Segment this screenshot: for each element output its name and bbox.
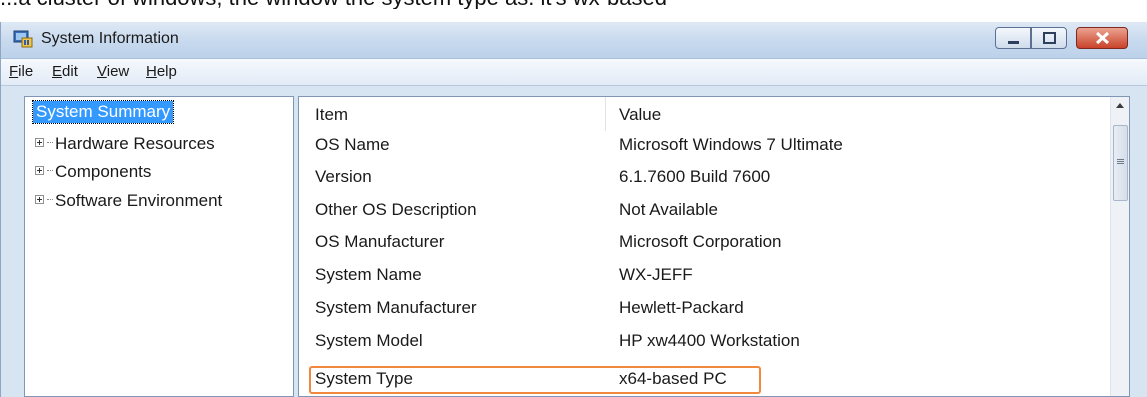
expand-icon[interactable] — [35, 166, 44, 176]
cell-item: System Name — [315, 265, 422, 284]
table-row[interactable]: System Name WX-JEFF — [299, 261, 1104, 292]
table-row[interactable]: System Manufacturer Hewlett-Packard — [299, 294, 1104, 325]
scroll-up-arrow-icon[interactable] — [1111, 97, 1129, 115]
cell-value: HP xw4400 Workstation — [619, 331, 800, 350]
menu-edit[interactable]: Edit — [52, 63, 78, 80]
system-information-window: System Information File Edit View Help S… — [0, 22, 1147, 397]
cell-value: Hewlett-Packard — [619, 298, 744, 317]
cell-value: 6.1.7600 Build 7600 — [619, 167, 771, 186]
column-header-row: Item Value — [299, 97, 1104, 131]
minimize-button[interactable] — [995, 27, 1031, 49]
cell-item: Other OS Description — [315, 200, 477, 219]
cell-value: Microsoft Corporation — [619, 232, 782, 251]
close-button[interactable] — [1076, 27, 1128, 49]
tree-item-software-environment[interactable]: Software Environment — [35, 191, 222, 211]
menu-view[interactable]: View — [97, 63, 129, 80]
tree-connector — [47, 142, 53, 144]
details-list: Item Value OS Name Microsoft Windows 7 Ul… — [298, 96, 1130, 397]
scrollbar-thumb[interactable] — [1113, 125, 1128, 201]
cell-item: Version — [315, 167, 372, 186]
system-information-app-icon — [13, 30, 33, 48]
column-header-item[interactable]: Item — [315, 105, 348, 125]
menu-view-accesskey: V — [97, 63, 107, 80]
table-row[interactable]: Other OS Description Not Available — [299, 196, 1104, 227]
table-row[interactable]: System Model HP xw4400 Workstation — [299, 327, 1104, 358]
system-type-highlight-box — [309, 366, 761, 394]
column-divider[interactable] — [605, 97, 606, 131]
maximize-icon — [1043, 32, 1056, 44]
grip-icon — [1117, 159, 1124, 164]
menu-view-label: iew — [106, 63, 130, 80]
background-caption-text: ...a cluster of windows, the window the … — [0, 0, 1147, 9]
tree-item-components[interactable]: Components — [35, 162, 151, 182]
tree-connector — [47, 170, 53, 172]
expand-icon[interactable] — [35, 138, 44, 148]
tree-item-system-summary[interactable]: System Summary — [31, 100, 175, 124]
menu-edit-label: dit — [62, 63, 78, 80]
menu-help[interactable]: Help — [146, 63, 177, 80]
menu-help-label: elp — [156, 63, 177, 80]
menu-file-label: ile — [18, 63, 34, 80]
window-title: System Information — [41, 30, 179, 47]
cell-item: OS Manufacturer — [315, 232, 445, 251]
maximize-button[interactable] — [1031, 27, 1067, 49]
menu-file-accesskey: F — [9, 63, 19, 80]
table-row[interactable]: OS Manufacturer Microsoft Corporation — [299, 228, 1104, 259]
client-area: System Summary Hardware Resources Compon… — [6, 88, 1147, 397]
cell-item: OS Name — [315, 135, 390, 154]
menu-bar: File Edit View Help — [1, 59, 1147, 86]
column-header-value[interactable]: Value — [619, 105, 661, 125]
cell-value: WX-JEFF — [619, 265, 693, 284]
cell-value: Microsoft Windows 7 Ultimate — [619, 135, 843, 154]
title-bar[interactable]: System Information — [1, 22, 1147, 59]
table-row[interactable]: Version 6.1.7600 Build 7600 — [299, 163, 1104, 194]
cell-item: System Model — [315, 331, 423, 350]
tree-item-hardware-resources[interactable]: Hardware Resources — [35, 134, 215, 154]
tree-connector — [47, 199, 53, 201]
tree-item-label: Software Environment — [55, 191, 223, 210]
close-icon — [1095, 31, 1110, 45]
minimize-icon — [1008, 41, 1019, 44]
tree-item-label: Hardware Resources — [55, 134, 215, 153]
tree-item-label: Components — [55, 162, 152, 181]
cell-item: System Manufacturer — [315, 298, 477, 317]
cell-value: Not Available — [619, 200, 718, 219]
table-row[interactable]: OS Name Microsoft Windows 7 Ultimate — [299, 131, 1104, 162]
menu-edit-accesskey: E — [52, 63, 63, 80]
expand-icon[interactable] — [35, 195, 44, 205]
vertical-scrollbar[interactable] — [1110, 97, 1129, 396]
menu-help-accesskey: H — [146, 63, 157, 80]
menu-file[interactable]: File — [9, 63, 33, 80]
category-tree: System Summary Hardware Resources Compon… — [24, 96, 294, 397]
